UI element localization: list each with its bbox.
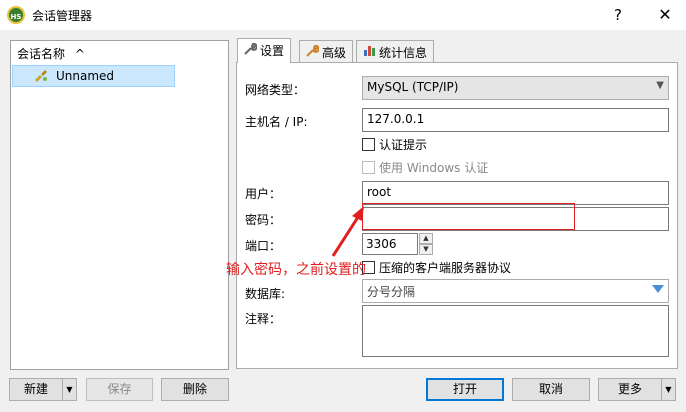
session-list[interactable]: 会话名称 ^ Unnamed: [10, 40, 229, 370]
port-input[interactable]: 3306: [362, 233, 418, 255]
session-item-unnamed[interactable]: Unnamed: [12, 65, 175, 87]
window-title: 会话管理器: [32, 9, 93, 23]
bar-chart-icon: [363, 44, 379, 60]
tab-statistics[interactable]: 统计信息: [356, 40, 435, 62]
help-button[interactable]: ?: [603, 3, 633, 27]
more-button-label: 更多: [617, 382, 642, 396]
port-stepper[interactable]: ▲ ▼: [419, 233, 433, 255]
stepper-up-icon[interactable]: ▲: [419, 233, 433, 244]
network-type-select[interactable]: MySQL (TCP/IP) ▼: [362, 76, 669, 100]
host-input[interactable]: 127.0.0.1: [362, 108, 669, 132]
chevron-down-icon[interactable]: ▼: [661, 379, 675, 400]
session-item-label: Unnamed: [56, 69, 115, 83]
user-label: 用户：: [245, 187, 282, 201]
title-bar: HS 会话管理器 ? ✕: [0, 0, 686, 30]
prompt-auth-checkbox[interactable]: [362, 138, 375, 151]
session-list-header[interactable]: 会话名称 ^: [17, 45, 85, 62]
windows-auth-label: 使用 Windows 认证: [379, 161, 489, 175]
delete-button[interactable]: 删除: [161, 378, 229, 401]
wrench-icon: [244, 42, 260, 58]
database-label: 数据库:: [245, 287, 286, 301]
tab-statistics-label: 统计信息: [379, 46, 428, 60]
new-button-label: 新建: [23, 382, 48, 396]
chevron-down-icon: ▼: [656, 80, 664, 91]
network-type-label: 网络类型：: [245, 83, 306, 97]
save-button[interactable]: 保存: [86, 378, 153, 401]
session-name-column-label: 会话名称: [17, 47, 66, 61]
stepper-down-icon[interactable]: ▼: [419, 244, 433, 255]
network-type-value: MySQL (TCP/IP): [367, 80, 459, 94]
notes-label: 注释：: [245, 312, 282, 326]
settings-panel: 网络类型： MySQL (TCP/IP) ▼ 主机名 / IP: 127.0.0…: [236, 62, 678, 369]
open-button[interactable]: 打开: [426, 378, 504, 401]
tab-advanced[interactable]: 高级: [299, 40, 354, 62]
host-label: 主机名 / IP:: [245, 115, 308, 129]
tab-advanced-label: 高级: [322, 46, 347, 60]
sort-ascending-icon: ^: [74, 47, 85, 61]
cancel-button[interactable]: 取消: [512, 378, 590, 401]
tab-settings-label: 设置: [260, 44, 285, 58]
password-input[interactable]: [362, 207, 669, 231]
close-button[interactable]: ✕: [650, 3, 680, 27]
database-placeholder: 分号分隔: [367, 285, 416, 299]
annotation-text: 输入密码，之前设置的: [226, 262, 366, 278]
dropdown-triangle-icon[interactable]: [652, 285, 664, 293]
new-button[interactable]: 新建 ▼: [9, 378, 77, 401]
session-icon: [33, 68, 49, 88]
windows-auth-checkbox[interactable]: [362, 161, 375, 174]
user-input[interactable]: root: [362, 181, 669, 205]
port-label: 端口：: [245, 239, 282, 253]
password-label: 密码：: [245, 213, 282, 227]
database-combo[interactable]: 分号分隔: [362, 279, 669, 303]
tab-settings[interactable]: 设置: [237, 38, 292, 63]
wrench-icon: [306, 44, 322, 60]
notes-textarea[interactable]: [362, 305, 669, 357]
app-icon: HS: [7, 6, 25, 24]
prompt-auth-label: 认证提示: [379, 138, 428, 152]
more-button[interactable]: 更多 ▼: [598, 378, 676, 401]
compress-label: 压缩的客户端服务器协议: [379, 261, 512, 275]
chevron-down-icon[interactable]: ▼: [62, 379, 76, 400]
